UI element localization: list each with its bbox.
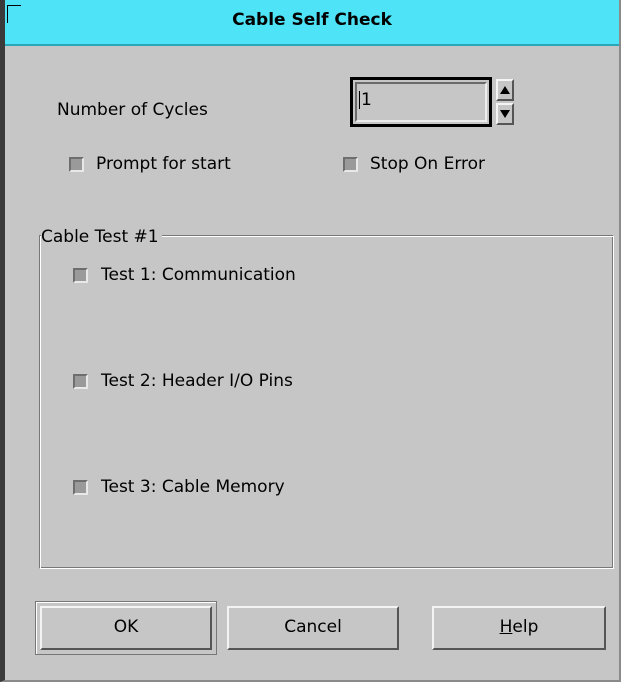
title-bar[interactable]: Cable Self Check <box>5 0 619 46</box>
help-label-rest: elp <box>512 617 539 637</box>
ok-button[interactable]: OK <box>40 606 212 650</box>
arrow-up-icon <box>500 86 510 94</box>
test-3-checkbox[interactable] <box>73 480 88 495</box>
stop-on-error-checkbox[interactable] <box>343 157 358 172</box>
cable-test-group-legend: Cable Test #1 <box>41 227 162 247</box>
number-of-cycles-value: 1 <box>361 90 372 110</box>
cycles-increment-button[interactable] <box>496 79 514 101</box>
cancel-button[interactable]: Cancel <box>227 606 399 650</box>
help-button[interactable]: Help <box>432 606 606 650</box>
test-1-label[interactable]: Test 1: Communication <box>101 265 296 285</box>
prompt-for-start-label[interactable]: Prompt for start <box>96 154 231 174</box>
number-of-cycles-input[interactable]: 1 <box>350 77 492 127</box>
test-2-label[interactable]: Test 2: Header I/O Pins <box>101 371 293 391</box>
prompt-for-start-checkbox[interactable] <box>69 157 84 172</box>
stop-on-error-label[interactable]: Stop On Error <box>370 154 485 174</box>
cable-self-check-dialog: Cable Self Check Number of Cycles 1 Prom… <box>0 0 621 682</box>
test-1-checkbox[interactable] <box>73 268 88 283</box>
cycles-decrement-button[interactable] <box>496 103 514 125</box>
test-2-checkbox[interactable] <box>73 374 88 389</box>
arrow-down-icon <box>500 110 510 118</box>
text-caret <box>359 91 360 109</box>
help-mnemonic: H <box>499 617 513 637</box>
test-3-label[interactable]: Test 3: Cable Memory <box>101 477 285 497</box>
cable-test-group <box>39 235 614 569</box>
number-of-cycles-label: Number of Cycles <box>57 100 208 120</box>
window-title: Cable Self Check <box>232 10 392 30</box>
